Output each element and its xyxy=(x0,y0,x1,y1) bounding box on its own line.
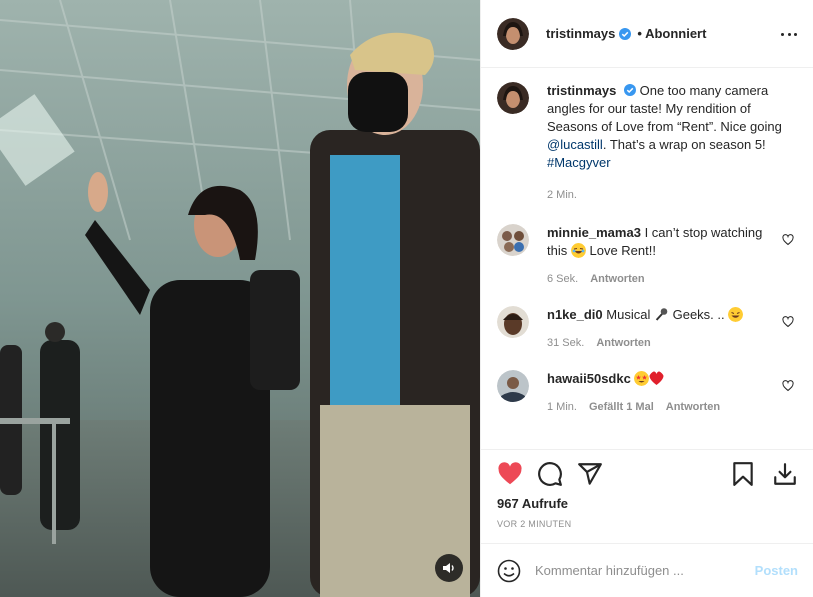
comment-username[interactable]: n1ke_di0 xyxy=(547,307,603,322)
comment-body: hawaii50sdkc 1 Min. Gefällt 1 Mal Antwor… xyxy=(547,370,767,416)
comment-input[interactable] xyxy=(535,563,735,578)
caption-username[interactable]: tristinmays xyxy=(547,83,616,98)
post-actions: 967 Aufrufe VOR 2 MINUTEN xyxy=(481,449,813,539)
red-heart-emoji-icon xyxy=(649,371,665,385)
action-bar xyxy=(497,458,798,490)
grin-sweat-emoji-icon xyxy=(728,307,744,322)
reply-button[interactable]: Antworten xyxy=(666,398,720,416)
comment-body: n1ke_di0 Musical Geeks. .. 31 Sek. Antwo… xyxy=(547,306,767,352)
mention-link[interactable]: @lucastill xyxy=(547,137,603,152)
comment-like-icon[interactable] xyxy=(782,316,794,328)
caption-timestamp[interactable]: 2 Min. xyxy=(547,186,577,204)
comment-timestamp[interactable]: 6 Sek. xyxy=(547,270,578,288)
verified-icon xyxy=(619,27,632,40)
comment-item: hawaii50sdkc 1 Min. Gefällt 1 Mal Antwor… xyxy=(497,370,798,416)
star-struck-emoji-icon xyxy=(634,371,650,386)
follow-status[interactable]: • Abonniert xyxy=(637,26,706,41)
reply-button[interactable]: Antworten xyxy=(596,334,650,352)
comment-username[interactable]: hawaii50sdkc xyxy=(547,371,631,386)
comment-body: minnie_mama3 I can’t stop watching this … xyxy=(547,224,767,288)
comment-item: n1ke_di0 Musical Geeks. .. 31 Sek. Antwo… xyxy=(497,306,798,352)
download-icon[interactable] xyxy=(772,461,798,487)
action-bar-right xyxy=(714,461,798,487)
microphone-emoji-icon xyxy=(655,308,668,321)
comment-composer: Posten xyxy=(481,543,813,597)
post-details-panel: tristinmays • Abonniert tristinmays One … xyxy=(480,0,813,597)
comment-like-icon[interactable] xyxy=(782,234,794,246)
comment-icon[interactable] xyxy=(537,461,563,487)
heart-icon[interactable] xyxy=(497,461,523,487)
comment-meta: 1 Min. Gefällt 1 Mal Antworten xyxy=(547,398,767,416)
comments-thread[interactable]: tristinmays One too many camera angles f… xyxy=(481,68,813,449)
sound-toggle-button[interactable] xyxy=(435,554,463,582)
view-count[interactable]: 967 Aufrufe xyxy=(497,496,798,511)
post-comment-button[interactable]: Posten xyxy=(755,563,798,578)
share-icon[interactable] xyxy=(577,461,603,487)
comment-text: Musical xyxy=(606,307,651,322)
post-header: tristinmays • Abonniert xyxy=(481,0,813,68)
comment-likes-count[interactable]: Gefällt 1 Mal xyxy=(589,398,654,416)
comment-meta: 31 Sek. Antworten xyxy=(547,334,767,352)
comment-timestamp[interactable]: 1 Min. xyxy=(547,398,577,416)
sound-icon xyxy=(443,563,454,573)
author-username[interactable]: tristinmays xyxy=(546,26,615,41)
commenter-avatar[interactable] xyxy=(497,306,529,338)
commenter-avatar[interactable] xyxy=(497,370,529,402)
emoji-icon[interactable] xyxy=(497,559,521,583)
caption: tristinmays One too many camera angles f… xyxy=(497,82,798,204)
comment-text-continued: Love Rent!! xyxy=(589,243,656,258)
post-video[interactable] xyxy=(0,0,480,597)
comment-timestamp[interactable]: 31 Sek. xyxy=(547,334,584,352)
reply-button[interactable]: Antworten xyxy=(590,270,644,288)
post-timestamp[interactable]: VOR 2 MINUTEN xyxy=(497,519,798,529)
verified-icon xyxy=(624,84,636,96)
caption-meta: 2 Min. xyxy=(547,186,787,204)
comment-item: minnie_mama3 I can’t stop watching this … xyxy=(497,224,798,288)
caption-author-avatar[interactable] xyxy=(497,82,529,114)
caption-text-continued: . That’s a wrap on season 5! xyxy=(602,137,766,152)
joy-emoji-icon xyxy=(570,243,586,258)
comment-meta: 6 Sek. Antworten xyxy=(547,270,767,288)
follow-status-label: Abonniert xyxy=(645,26,707,41)
save-icon[interactable] xyxy=(730,461,756,487)
commenter-avatar[interactable] xyxy=(497,224,529,256)
hashtag-link[interactable]: #Macgyver xyxy=(547,155,611,170)
author-avatar[interactable] xyxy=(497,17,529,50)
more-options-icon[interactable] xyxy=(781,26,797,42)
caption-body: tristinmays One too many camera angles f… xyxy=(547,82,787,204)
comment-text-continued: Geeks. .. xyxy=(672,307,725,322)
comment-like-icon[interactable] xyxy=(782,380,794,392)
video-frame-illustration xyxy=(0,0,480,597)
comment-username[interactable]: minnie_mama3 xyxy=(547,225,641,240)
